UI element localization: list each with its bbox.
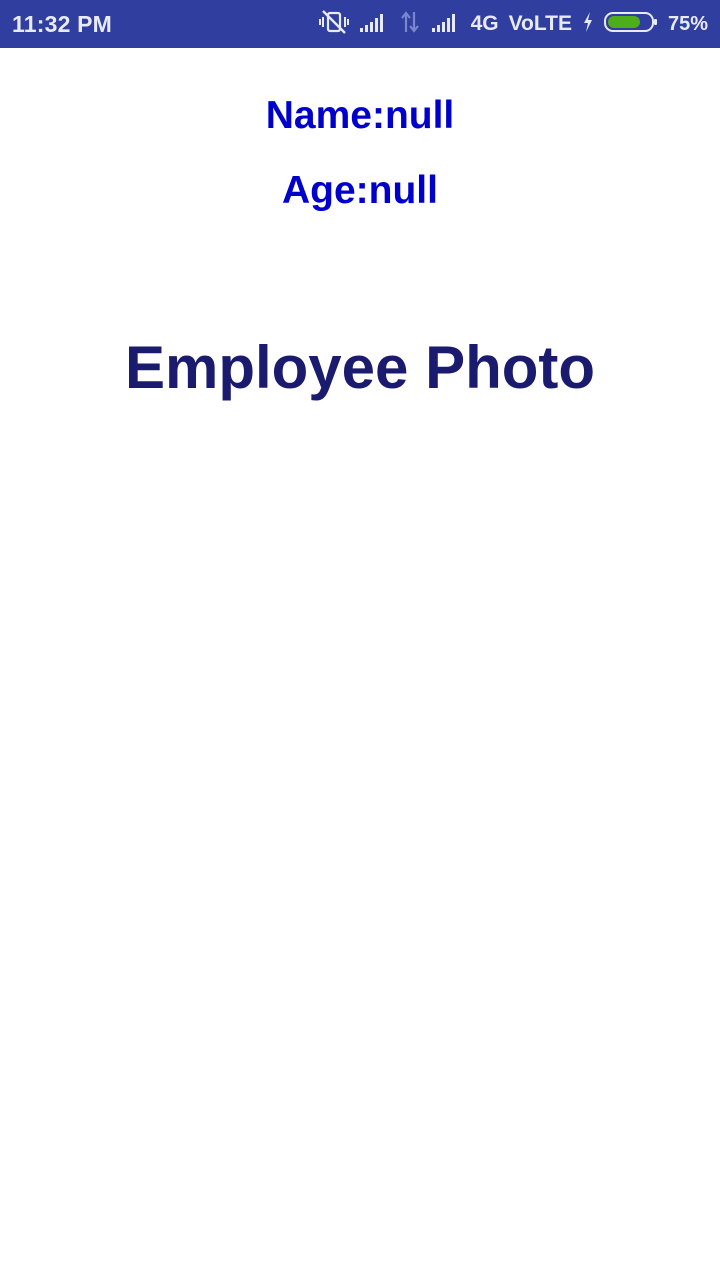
status-time: 11:32 PM (12, 10, 113, 37)
signal-icon (359, 11, 389, 38)
volte-label: VoLTE (508, 12, 572, 35)
data-arrows-icon (399, 10, 421, 39)
battery-icon (603, 11, 658, 38)
status-bar: 11:32 PM 4G VoLTE 75% (0, 0, 720, 48)
signal-icon-2 (431, 11, 461, 38)
employee-name: Name:null (265, 94, 455, 137)
employee-age: Age:null (282, 169, 438, 212)
vibrate-off-icon (318, 9, 349, 40)
charging-icon (582, 11, 594, 38)
battery-fill (607, 15, 640, 28)
network-type-label: 4G (470, 12, 499, 35)
employee-photo-heading: Employee Photo (124, 334, 596, 401)
status-icons: 4G VoLTE 75% (318, 9, 708, 40)
battery-percent: 75% (667, 12, 708, 35)
